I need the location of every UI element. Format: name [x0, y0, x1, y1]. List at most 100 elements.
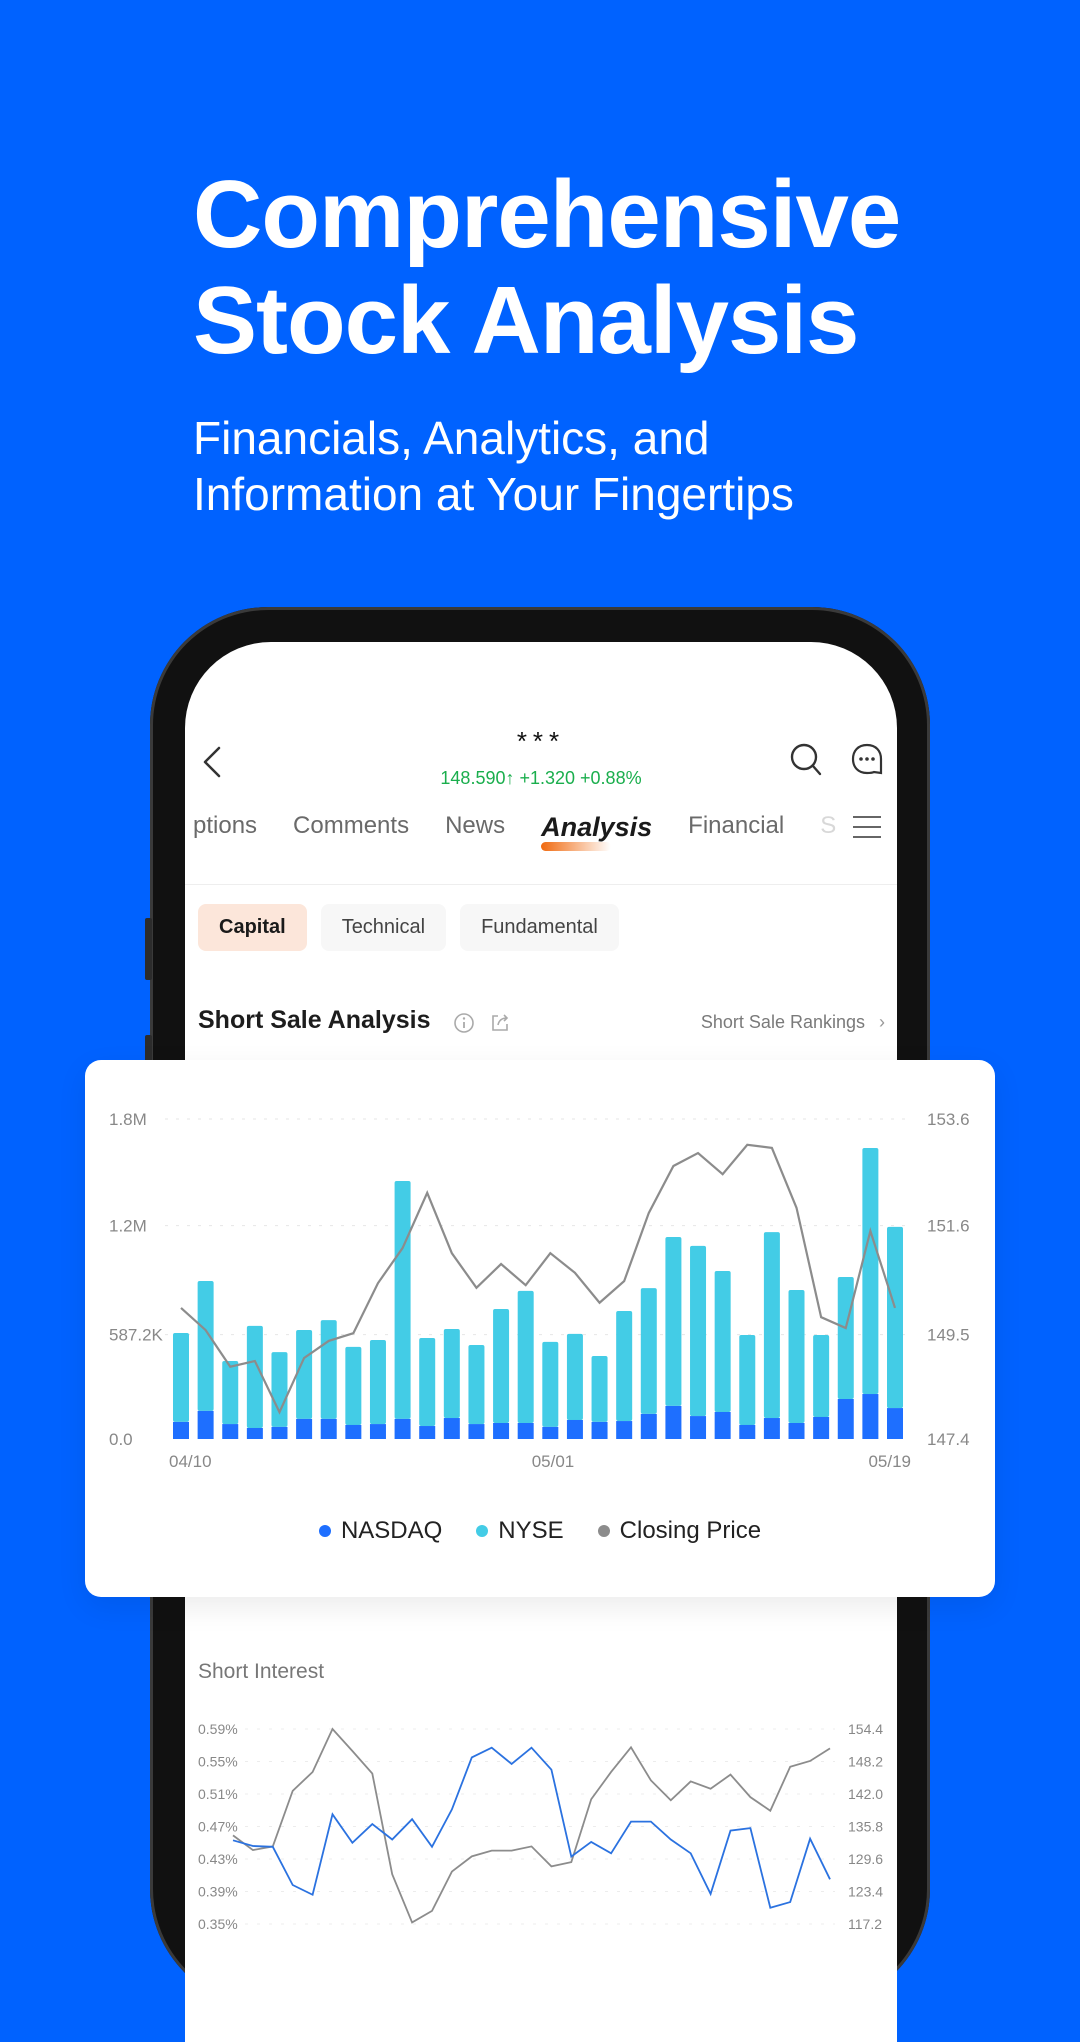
y-right-tick-label: 153.6	[927, 1110, 970, 1129]
tab-financial[interactable]: Financial	[670, 812, 802, 843]
y-right-tick-label: 117.2	[848, 1916, 882, 1932]
phone-volume-button	[145, 918, 152, 980]
y-left-tick-label: 0.47%	[198, 1819, 238, 1835]
rankings-label: Short Sale Rankings	[700, 1012, 865, 1032]
bar-nasdaq	[714, 1411, 731, 1439]
y-left-tick-label: 0.43%	[198, 1851, 238, 1867]
short-interest-title: Short Interest	[198, 1660, 325, 1683]
bar-nasdaq	[197, 1410, 214, 1439]
bar-nyse	[271, 1352, 288, 1427]
bar-nasdaq	[419, 1426, 436, 1439]
y-left-tick-label: 0.0	[109, 1430, 133, 1449]
bar-nyse	[837, 1277, 854, 1399]
bar-nyse	[419, 1338, 436, 1427]
legend-label: Closing Price	[619, 1517, 762, 1544]
bar-nyse	[862, 1147, 879, 1395]
legend-label: NYSE	[498, 1517, 564, 1544]
x-tick-label: 05/19	[868, 1452, 911, 1471]
bar-nasdaq	[591, 1421, 608, 1439]
y-left-tick-label: 0.39%	[198, 1884, 238, 1900]
bar-nyse	[763, 1232, 780, 1419]
bar-nyse	[640, 1288, 657, 1414]
short-sale-rankings-link[interactable]: Short Sale Rankings ›	[701, 1012, 885, 1033]
legend-closing-price[interactable]: Closing Price	[597, 1517, 762, 1545]
chip-fundamental[interactable]: Fundamental	[460, 904, 619, 951]
chat-icon[interactable]	[850, 742, 884, 778]
tab-options[interactable]: ptions	[185, 812, 275, 843]
search-icon[interactable]	[789, 742, 823, 778]
legend-nyse[interactable]: NYSE	[476, 1517, 564, 1545]
y-left-tick-label: 1.8M	[109, 1110, 147, 1129]
chip-capital[interactable]: Capital	[198, 904, 307, 951]
bar-nyse	[369, 1339, 386, 1425]
bar-nasdaq	[813, 1416, 830, 1439]
hero-title: Comprehensive Stock Analysis	[193, 162, 901, 374]
bar-nyse	[616, 1311, 633, 1422]
tab-bar: ptions Comments News Analysis Financial …	[185, 812, 854, 851]
bar-nasdaq	[690, 1416, 707, 1439]
bar-nasdaq	[271, 1426, 288, 1439]
bar-nasdaq	[296, 1418, 313, 1439]
bar-nasdaq	[369, 1424, 386, 1439]
y-right-tick-label: 148.2	[848, 1754, 883, 1770]
chip-technical[interactable]: Technical	[320, 904, 447, 951]
bar-nasdaq	[788, 1423, 805, 1439]
y-left-tick-label: 0.59%	[198, 1721, 238, 1737]
bar-nyse	[468, 1344, 485, 1425]
bar-nyse	[246, 1325, 263, 1428]
short-interest-chart: 0.59% 154.4 0.55% 148.2 0.51% 142.0 0.47% 135.8…	[198, 1721, 883, 1932]
tab-comments[interactable]: Comments	[275, 812, 427, 843]
bar-nyse	[665, 1237, 682, 1406]
chevron-right-icon: ›	[879, 1012, 885, 1032]
bar-nyse	[591, 1355, 608, 1422]
section-title: Short Sale Analysis	[198, 1006, 431, 1034]
x-tick-label: 05/01	[532, 1452, 575, 1471]
bar-nasdaq	[739, 1424, 756, 1439]
y-right-tick-label: 151.6	[927, 1217, 970, 1236]
bar-nasdaq	[173, 1421, 189, 1439]
hero-subtitle: Financials, Analytics, and Information a…	[193, 410, 794, 522]
bar-nyse	[566, 1333, 583, 1420]
bar-nyse	[788, 1290, 805, 1423]
bar-nasdaq	[246, 1427, 263, 1439]
short-sale-chart: 0.0 147.4 587.2K 149.5 1.2M 151.6 1.8M 153.6 04/…	[109, 1110, 970, 1471]
short-sale-chart-card: 0.0 147.4 587.2K 149.5 1.2M 151.6 1.8M 153.6 04/…	[85, 1060, 995, 1597]
bar-nasdaq	[566, 1419, 583, 1439]
bar-nyse	[493, 1309, 510, 1423]
menu-icon[interactable]	[853, 816, 881, 842]
si-closing-price-line	[232, 1727, 831, 1924]
bar-nyse	[542, 1341, 559, 1427]
x-tick-label: 04/10	[169, 1452, 212, 1471]
y-left-tick-label: 0.55%	[198, 1754, 238, 1770]
bar-nyse	[173, 1333, 189, 1422]
info-icon[interactable]	[453, 1012, 475, 1034]
legend-nasdaq[interactable]: NASDAQ	[318, 1517, 442, 1545]
y-right-tick-label: 149.5	[927, 1326, 970, 1345]
y-right-tick-label: 129.6	[848, 1851, 883, 1867]
tab-more[interactable]: S	[802, 812, 854, 843]
bar-nasdaq	[493, 1423, 510, 1439]
bar-nasdaq	[468, 1424, 485, 1439]
bar-nyse	[517, 1290, 534, 1423]
y-right-tick-label: 123.4	[848, 1884, 883, 1900]
share-icon[interactable]	[489, 1012, 511, 1034]
y-left-tick-label: 1.2M	[109, 1217, 147, 1236]
bar-nasdaq	[640, 1413, 657, 1439]
y-left-tick-label: 0.51%	[198, 1786, 238, 1802]
tab-analysis[interactable]: Analysis	[523, 812, 670, 851]
bar-nyse	[690, 1245, 707, 1417]
bar-nasdaq	[542, 1426, 559, 1439]
bar-nyse	[222, 1360, 239, 1425]
y-right-tick-label: 154.4	[848, 1721, 883, 1737]
y-left-tick-label: 587.2K	[109, 1326, 164, 1345]
bar-nyse	[739, 1335, 756, 1425]
tab-news[interactable]: News	[427, 812, 523, 843]
bar-nasdaq	[320, 1418, 337, 1439]
closing-price-line	[180, 1143, 897, 1415]
stock-header: *** 148.590↑ +1.320 +0.88% ptions Commen…	[185, 642, 897, 892]
chart-legend: NASDAQ NYSE Closing Price	[85, 1517, 995, 1545]
hero-subtitle-line1: Financials, Analytics, and	[193, 412, 710, 464]
bar-nyse	[320, 1320, 337, 1419]
bar-nyse	[296, 1330, 313, 1419]
bar-nasdaq	[222, 1424, 239, 1439]
